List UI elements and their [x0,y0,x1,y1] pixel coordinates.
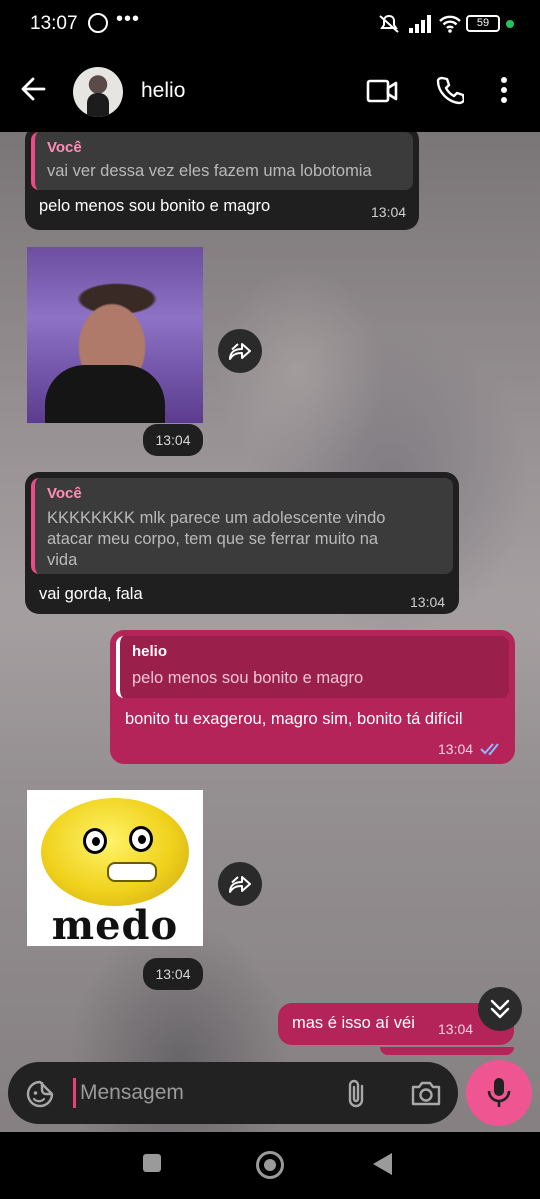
status-time: 13:07 [30,13,78,34]
contact-name[interactable]: helio [141,79,185,103]
video-call-icon[interactable] [366,78,398,104]
message-text: vai gorda, fala [39,585,143,603]
message-time: 13:04 [438,741,474,757]
status-bar: 13:07 ••• 59 [0,0,540,48]
quote-author: Você [47,139,82,156]
message-text: pelo menos sou bonito e magro [39,197,271,215]
quote-text-line: vida [47,551,78,569]
forward-button[interactable] [218,329,262,373]
quoted-message[interactable]: helio pelo menos sou bonito e magro [116,636,509,698]
camera-icon[interactable] [410,1079,442,1107]
message-text: mas é isso aí véi [292,1014,415,1032]
image-time: 13:04 [143,424,203,456]
phone-icon[interactable] [436,75,464,105]
image-message[interactable] [27,247,203,423]
sticker-face [41,798,189,906]
double-check-icon [480,743,499,756]
sticker-mouth [107,862,157,882]
quote-text-line: KKKKKKKK mlk parece um adolescente vindo [47,509,386,527]
quoted-message[interactable]: Você vai ver dessa vez eles fazem uma lo… [31,132,413,190]
chat-area[interactable]: Você vai ver dessa vez eles fazem uma lo… [0,132,540,1132]
message-bubble-edge [380,1047,514,1055]
quote-author: Você [47,485,82,502]
attach-icon[interactable] [344,1078,370,1110]
chat-header: helio [0,48,540,132]
home-button[interactable] [256,1151,284,1179]
message-composer [8,1062,458,1124]
sticker-message[interactable]: medo [27,790,203,946]
whatsapp-notification-icon [88,13,108,33]
incoming-message[interactable]: Você KKKKKKKK mlk parece um adolescente … [25,472,459,614]
system-nav-bar [0,1132,540,1199]
more-vert-icon[interactable] [500,77,508,103]
outgoing-message[interactable]: helio pelo menos sou bonito e magro boni… [110,630,515,764]
sticker-label: medo [51,902,179,946]
mic-icon [487,1078,511,1107]
quoted-message[interactable]: Você KKKKKKKK mlk parece um adolescente … [31,478,453,574]
system-back-button[interactable] [373,1153,392,1175]
mic-button[interactable] [466,1060,532,1126]
back-arrow-icon[interactable] [20,76,46,102]
chevron-double-down-icon [490,999,510,1019]
scroll-to-bottom-button[interactable] [478,987,522,1031]
forward-icon [229,876,251,893]
wifi-icon [439,15,461,33]
message-input[interactable] [74,1074,320,1112]
more-notifications-icon: ••• [116,8,141,30]
mute-icon [379,14,399,33]
sticker-eye [83,828,107,854]
signal-icon [409,15,431,33]
sticker-eye [129,826,153,852]
recent-apps-button[interactable] [143,1154,161,1172]
incoming-message[interactable]: Você vai ver dessa vez eles fazem uma lo… [25,132,419,230]
privacy-dot [506,20,514,28]
message-text: bonito tu exagerou, magro sim, bonito tá… [125,710,463,728]
quote-text: vai ver dessa vez eles fazem uma lobotom… [47,162,372,180]
sticker-icon[interactable] [26,1080,54,1108]
forward-button[interactable] [218,862,262,906]
quote-author: helio [132,643,168,660]
quote-text: pelo menos sou bonito e magro [132,669,364,687]
sticker-time: 13:04 [143,958,203,990]
message-time: 13:04 [410,594,446,610]
message-time: 13:04 [438,1021,474,1037]
avatar[interactable] [73,67,123,117]
battery-icon: 59 [466,15,500,32]
forward-icon [229,343,251,360]
message-time: 13:04 [371,204,407,220]
quote-text-line: atacar meu corpo, tem que se ferrar muit… [47,530,379,548]
